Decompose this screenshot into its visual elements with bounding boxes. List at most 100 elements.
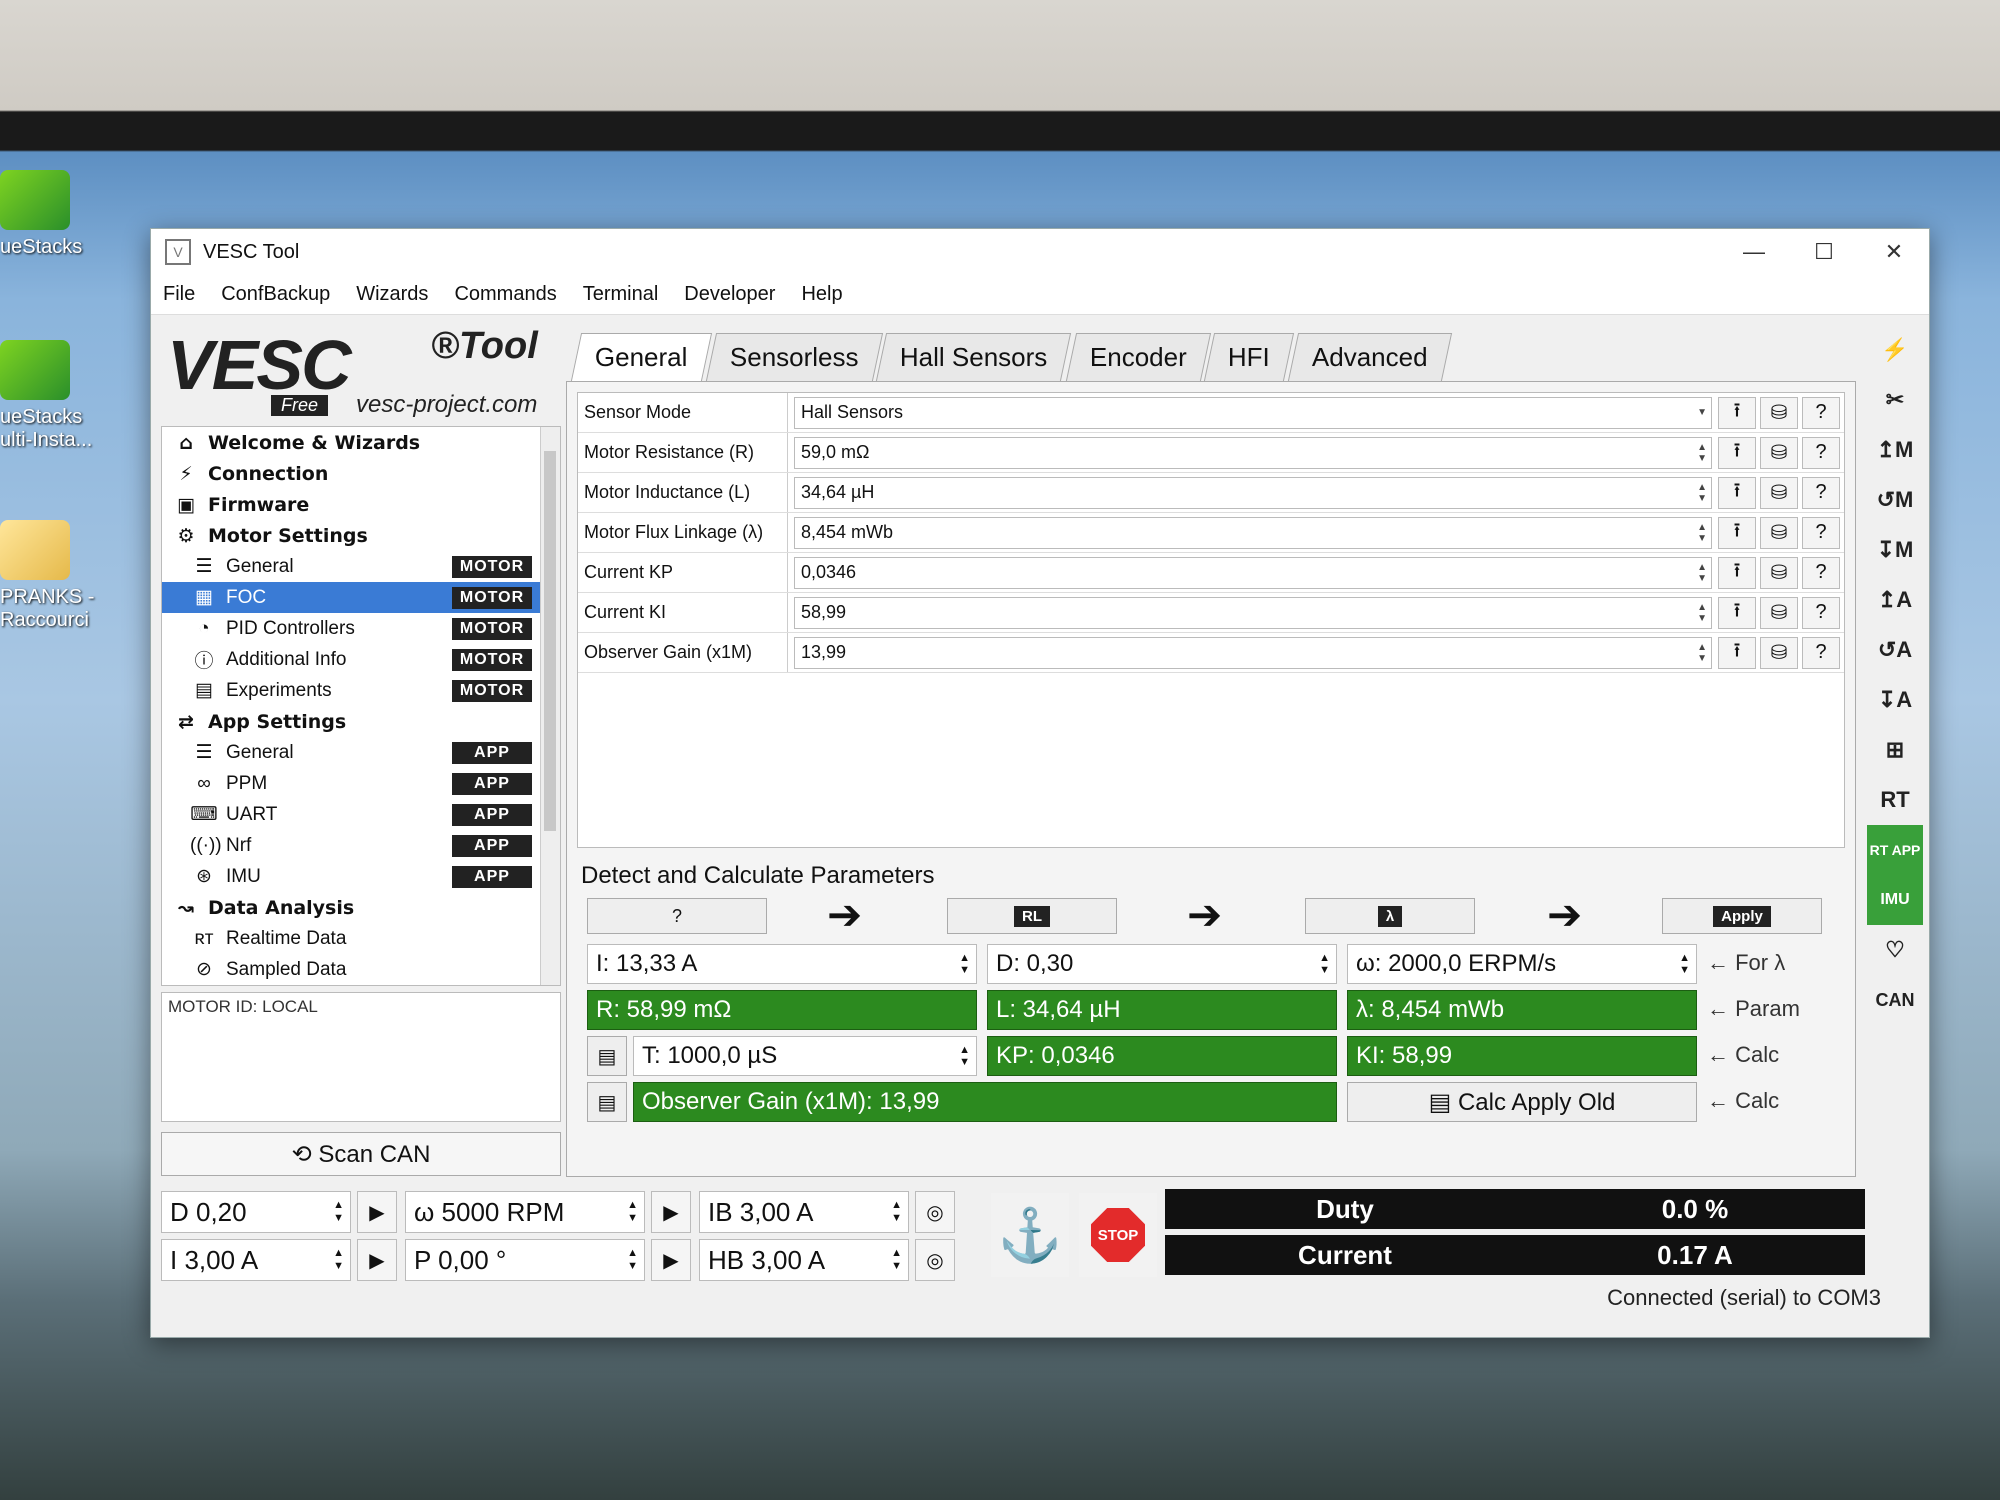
menu-wizards[interactable]: Wizards	[356, 283, 428, 306]
help-icon[interactable]: ?	[1802, 596, 1840, 629]
spinner-arrows-icon[interactable]: ▲ ▼	[1679, 952, 1690, 976]
maximize-button[interactable]: ☐	[1789, 239, 1859, 265]
spinner-arrows-icon[interactable]: ▲ ▼	[1697, 482, 1707, 504]
database-icon[interactable]: ⛁	[1760, 596, 1798, 629]
minimize-button[interactable]: —	[1719, 239, 1789, 265]
sidebar-item-motor-settings[interactable]: ⚙ Motor Settings	[162, 520, 560, 551]
rpm-input[interactable]: ω 5000 RPM ▲ ▼	[405, 1191, 645, 1233]
desktop-icon-pranks[interactable]: PRANKS - Raccourci	[0, 520, 110, 632]
heart-icon[interactable]: ♡	[1867, 925, 1923, 975]
spinner-arrows-icon[interactable]: ▲ ▼	[891, 1199, 902, 1225]
write-motor-icon[interactable]: ↧M	[1867, 525, 1923, 575]
spinner-arrows-icon[interactable]: ▲ ▼	[333, 1247, 344, 1273]
brake-current-input[interactable]: IB 3,00 A ▲ ▼	[699, 1191, 909, 1233]
spinner-arrows-icon[interactable]: ▲ ▼	[627, 1247, 638, 1273]
can-forward-icon[interactable]: CAN	[1867, 975, 1923, 1025]
help-icon[interactable]: ?	[1802, 556, 1840, 589]
sidebar-item-nrf[interactable]: ((·)) Nrf APP	[162, 830, 560, 861]
upload-icon[interactable]: ⭱	[1718, 396, 1756, 429]
handbrake-input[interactable]: HB 3,00 A ▲ ▼	[699, 1239, 909, 1281]
spinner-arrows-icon[interactable]: ▲ ▼	[891, 1247, 902, 1273]
realtime-data-icon[interactable]: RT	[1867, 775, 1923, 825]
calc-apply-old-button[interactable]: ▤ Calc Apply Old	[1347, 1082, 1697, 1122]
menu-help[interactable]: Help	[801, 283, 842, 306]
play-current-button[interactable]: ▶	[357, 1239, 397, 1281]
upload-icon[interactable]: ⭱	[1718, 516, 1756, 549]
help-icon[interactable]: ?	[1802, 516, 1840, 549]
sensor-mode-select[interactable]: Hall Sensors ▼	[794, 396, 1712, 429]
close-button[interactable]: ✕	[1859, 239, 1929, 265]
spinner-arrows-icon[interactable]: ▲ ▼	[1697, 522, 1707, 544]
spinner-arrows-icon[interactable]: ▲ ▼	[959, 1044, 970, 1068]
scan-can-button[interactable]: ⟲ Scan CAN	[161, 1132, 561, 1176]
tab-hfi[interactable]: HFI	[1204, 333, 1295, 381]
stop-button[interactable]: STOP	[1079, 1193, 1157, 1277]
spinner-arrows-icon[interactable]: ▲ ▼	[959, 952, 970, 976]
help-icon[interactable]: ?	[1802, 476, 1840, 509]
tab-sensorless[interactable]: Sensorless	[705, 333, 883, 381]
play-position-button[interactable]: ▶	[651, 1239, 691, 1281]
database-icon[interactable]: ⛁	[1760, 636, 1798, 669]
calculator-icon[interactable]: ▤	[587, 1036, 627, 1076]
observer-gain-input[interactable]: 13,99 ▲ ▼	[794, 636, 1712, 669]
scrollbar-thumb[interactable]	[544, 451, 556, 831]
sidebar-item-data-analysis[interactable]: ↝ Data Analysis	[162, 892, 560, 923]
position-input[interactable]: P 0,00 ° ▲ ▼	[405, 1239, 645, 1281]
detect-apply-button[interactable]: Apply	[1662, 898, 1822, 934]
tab-hall-sensors[interactable]: Hall Sensors	[876, 333, 1072, 381]
upload-icon[interactable]: ⭱	[1718, 556, 1756, 589]
help-icon[interactable]: ?	[1802, 436, 1840, 469]
desktop-icon-bluestacks-multi[interactable]: ueStacks ulti-Insta...	[0, 340, 110, 452]
upload-icon[interactable]: ⭱	[1718, 596, 1756, 629]
help-icon[interactable]: ?	[1802, 636, 1840, 669]
upload-icon[interactable]: ⭱	[1718, 436, 1756, 469]
write-app-icon[interactable]: ↧A	[1867, 675, 1923, 725]
spinner-arrows-icon[interactable]: ▲ ▼	[1697, 602, 1707, 624]
database-icon[interactable]: ⛁	[1760, 516, 1798, 549]
default-app-icon[interactable]: ↺A	[1867, 625, 1923, 675]
database-icon[interactable]: ⛁	[1760, 556, 1798, 589]
help-icon[interactable]: ?	[1802, 396, 1840, 429]
sidebar-item-experiments[interactable]: ▤ Experiments MOTOR	[162, 675, 560, 706]
database-icon[interactable]: ⛁	[1760, 476, 1798, 509]
tree-scrollbar[interactable]	[540, 427, 560, 985]
calculator-icon[interactable]: ▤	[587, 1082, 627, 1122]
default-motor-icon[interactable]: ↺M	[1867, 475, 1923, 525]
disconnect-icon[interactable]: ✂	[1867, 375, 1923, 425]
tab-advanced[interactable]: Advanced	[1288, 333, 1453, 381]
upload-icon[interactable]: ⭱	[1718, 476, 1756, 509]
play-duty-button[interactable]: ▶	[357, 1191, 397, 1233]
sidebar-item-pid-controllers[interactable]: ◔ PID Controllers MOTOR	[162, 613, 560, 644]
detect-lambda-button[interactable]: λ	[1305, 898, 1475, 934]
sidebar-item-app-settings[interactable]: ⇄ App Settings	[162, 706, 560, 737]
read-app-icon[interactable]: ↥A	[1867, 575, 1923, 625]
upload-icon[interactable]: ⭱	[1718, 636, 1756, 669]
sidebar-item-imu[interactable]: ⊛ IMU APP	[162, 861, 560, 892]
sidebar-item-app-general[interactable]: ☰ General APP	[162, 737, 560, 768]
database-icon[interactable]: ⛁	[1760, 436, 1798, 469]
motor-flux-linkage-input[interactable]: 8,454 mWb ▲ ▼	[794, 516, 1712, 549]
detect-rl-button[interactable]: RL	[947, 898, 1117, 934]
spinner-arrows-icon[interactable]: ▲ ▼	[333, 1199, 344, 1225]
sidebar-item-motor-general[interactable]: ☰ General MOTOR	[162, 551, 560, 582]
spinner-arrows-icon[interactable]: ▲ ▼	[1697, 442, 1707, 464]
current-input[interactable]: I 3,00 A ▲ ▼	[161, 1239, 351, 1281]
sidebar-item-ppm[interactable]: ∞ PPM APP	[162, 768, 560, 799]
detect-current-input[interactable]: I: 13,33 A ▲ ▼	[587, 944, 977, 984]
current-ki-input[interactable]: 58,99 ▲ ▼	[794, 596, 1712, 629]
menu-confbackup[interactable]: ConfBackup	[221, 283, 330, 306]
connect-icon[interactable]: ⚡	[1867, 325, 1923, 375]
menu-file[interactable]: File	[163, 283, 195, 306]
menu-terminal[interactable]: Terminal	[583, 283, 659, 306]
brake-wheel-icon[interactable]: ◎	[915, 1191, 955, 1233]
sidebar-item-realtime-data[interactable]: ʀᴛ Realtime Data	[162, 923, 560, 954]
menu-developer[interactable]: Developer	[684, 283, 775, 306]
spinner-arrows-icon[interactable]: ▲ ▼	[1697, 562, 1707, 584]
detect-erpm-input[interactable]: ω: 2000,0 ERPM/s ▲ ▼	[1347, 944, 1697, 984]
anchor-icon[interactable]: ⚓	[991, 1193, 1069, 1277]
duty-input[interactable]: D 0,20 ▲ ▼	[161, 1191, 351, 1233]
tab-encoder[interactable]: Encoder	[1065, 333, 1211, 381]
spinner-arrows-icon[interactable]: ▲ ▼	[627, 1199, 638, 1225]
sidebar-item-welcome[interactable]: ⌂ Welcome & Wizards	[162, 427, 560, 458]
sidebar-item-connection[interactable]: ⚡ Connection	[162, 458, 560, 489]
